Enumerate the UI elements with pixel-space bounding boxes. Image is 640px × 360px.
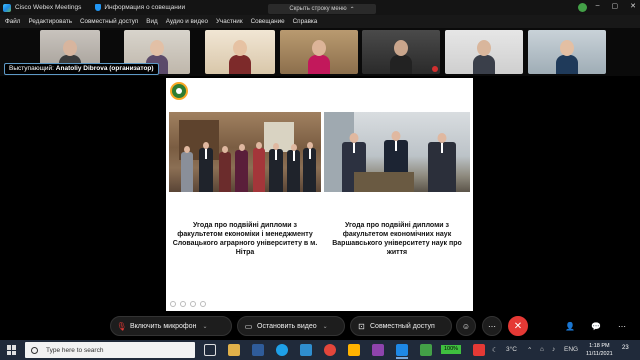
- menu-item-meeting[interactable]: Совещание: [251, 18, 285, 25]
- active-speaker-label: Выступающий: Anatoliy Dibrova (организат…: [4, 63, 159, 75]
- chevron-down-icon[interactable]: ⌄: [323, 323, 328, 330]
- app-icon[interactable]: [252, 344, 264, 356]
- unmute-button[interactable]: 🎙 Включить микрофон ⌄: [110, 316, 232, 336]
- webex-logo-icon: [3, 3, 11, 12]
- participants-button[interactable]: 👤: [560, 316, 580, 336]
- moon-icon: ☾: [492, 347, 498, 354]
- menu-item-view[interactable]: Вид: [146, 18, 157, 25]
- store-icon[interactable]: [300, 344, 312, 356]
- more-panels-button[interactable]: ⋯: [612, 316, 632, 336]
- speaker-prefix: Выступающий:: [9, 65, 56, 72]
- clock-date: 11/11/2021: [586, 351, 613, 357]
- menu-item-edit[interactable]: Редактировать: [28, 18, 72, 25]
- hide-menu-bar-label: Скрыть строку меню: [289, 6, 347, 12]
- windows-taskbar: Type here to search 100% ☾ 3°C ⌃ ⌂ ♪ ENG…: [0, 340, 640, 360]
- participant-video[interactable]: [362, 30, 440, 74]
- search-placeholder: Type here to search: [46, 346, 104, 354]
- search-icon: [31, 346, 38, 354]
- clock-time: 1:18 PM: [589, 343, 610, 349]
- shield-icon: [95, 4, 102, 11]
- share-screen-icon: ⊡: [358, 321, 365, 331]
- participant-video[interactable]: [528, 30, 606, 74]
- more-options-button[interactable]: ⋯: [482, 316, 502, 336]
- edge-icon[interactable]: [276, 344, 288, 356]
- speaker-name: Anatoliy Dibrova (организатор): [55, 65, 154, 72]
- slide-caption-right: Угода про подвійні дипломи з факультетом…: [332, 222, 462, 257]
- chrome-icon[interactable]: [324, 344, 336, 356]
- task-view-icon[interactable]: [204, 344, 216, 356]
- smiley-icon: ☺: [461, 321, 471, 331]
- menu-item-file[interactable]: Файл: [5, 18, 20, 25]
- meeting-info-label: Информация о совещании: [104, 4, 186, 11]
- tray-chevron-icon[interactable]: ⌃: [527, 346, 532, 354]
- windows-start-icon[interactable]: [7, 345, 17, 355]
- slide-caption-left: Угода про подвійні дипломи з факультетом…: [172, 222, 318, 257]
- close-window-button[interactable]: ✕: [630, 2, 636, 10]
- share-button[interactable]: ⊡ Совместный доступ: [350, 316, 452, 336]
- leave-meeting-button[interactable]: ✕: [508, 316, 528, 336]
- weather-temp[interactable]: 3°C: [506, 346, 517, 353]
- participant-video[interactable]: [205, 30, 275, 74]
- minimize-button[interactable]: –: [596, 2, 600, 10]
- app-icon[interactable]: [372, 344, 384, 356]
- participant-strip: Выступающий: Anatoliy Dibrova (организат…: [0, 28, 640, 76]
- taskbar-clock[interactable]: 1:18 PM 11/11/2021: [586, 342, 613, 358]
- chat-button[interactable]: 💬: [586, 316, 606, 336]
- slide-tool-icon[interactable]: [170, 301, 176, 307]
- university-logo-icon: [170, 82, 188, 100]
- menu-bar: Файл Редактировать Совместный доступ Вид…: [0, 15, 640, 28]
- menu-item-share[interactable]: Совместный доступ: [80, 18, 138, 25]
- participants-icon: 👤: [565, 321, 575, 331]
- slide-tool-icon[interactable]: [200, 301, 206, 307]
- video-camera-icon: ▭: [244, 321, 253, 331]
- stop-video-label: Остановить видео: [257, 322, 317, 330]
- signing-photo-right: [324, 112, 470, 192]
- shared-content-slide: Угода про подвійні дипломи з факультетом…: [166, 78, 473, 311]
- more-icon: ⋯: [618, 321, 626, 331]
- participant-video[interactable]: [280, 30, 358, 74]
- chat-icon: 💬: [591, 321, 601, 331]
- signing-photo-left: [169, 112, 321, 192]
- recording-icon[interactable]: [578, 3, 587, 12]
- meeting-controls: 🎙 Включить микрофон ⌄ ▭ Остановить видео…: [0, 312, 640, 340]
- share-label: Совместный доступ: [370, 322, 435, 330]
- language-indicator[interactable]: ENG: [564, 346, 578, 353]
- slide-tool-icon[interactable]: [180, 301, 186, 307]
- reactions-button[interactable]: ☺: [456, 316, 476, 336]
- slide-toolbar: [170, 301, 206, 307]
- menu-item-participant[interactable]: Участник: [216, 18, 243, 25]
- app-icon[interactable]: [420, 344, 432, 356]
- menu-item-audio-video[interactable]: Аудио и видео: [166, 18, 208, 25]
- participant-video[interactable]: [445, 30, 523, 74]
- menu-item-help[interactable]: Справка: [293, 18, 318, 25]
- title-bar: Cisco Webex Meetings Информация о совеща…: [0, 0, 640, 15]
- chevron-up-icon: ⌃: [349, 6, 355, 13]
- active-app-indicator: [396, 357, 408, 359]
- webex-taskbar-icon[interactable]: [396, 344, 408, 356]
- mic-muted-icon: 🎙: [116, 321, 127, 331]
- slide-tool-icon[interactable]: [190, 301, 196, 307]
- chevron-down-icon[interactable]: ⌄: [202, 323, 207, 330]
- notifications-badge[interactable]: 23: [622, 345, 629, 351]
- maximize-button[interactable]: ▢: [612, 2, 619, 10]
- more-icon: ⋯: [488, 321, 496, 331]
- file-explorer-icon[interactable]: [228, 344, 240, 356]
- app-icon[interactable]: [348, 344, 360, 356]
- network-icon[interactable]: ⌂: [540, 346, 544, 353]
- unmute-label: Включить микрофон: [130, 322, 197, 330]
- app-icon[interactable]: [473, 344, 485, 356]
- app-title: Cisco Webex Meetings: [15, 4, 82, 11]
- meeting-info-button[interactable]: Информация о совещании: [95, 4, 185, 11]
- close-icon: ✕: [513, 320, 523, 332]
- hide-menu-bar-button[interactable]: Скрыть строку меню ⌃: [268, 4, 376, 14]
- muted-mic-icon: [432, 66, 438, 72]
- volume-icon[interactable]: ♪: [552, 346, 555, 353]
- battery-indicator[interactable]: 100%: [441, 345, 462, 354]
- stop-video-button[interactable]: ▭ Остановить видео ⌄: [237, 316, 345, 336]
- taskbar-search[interactable]: Type here to search: [25, 342, 195, 358]
